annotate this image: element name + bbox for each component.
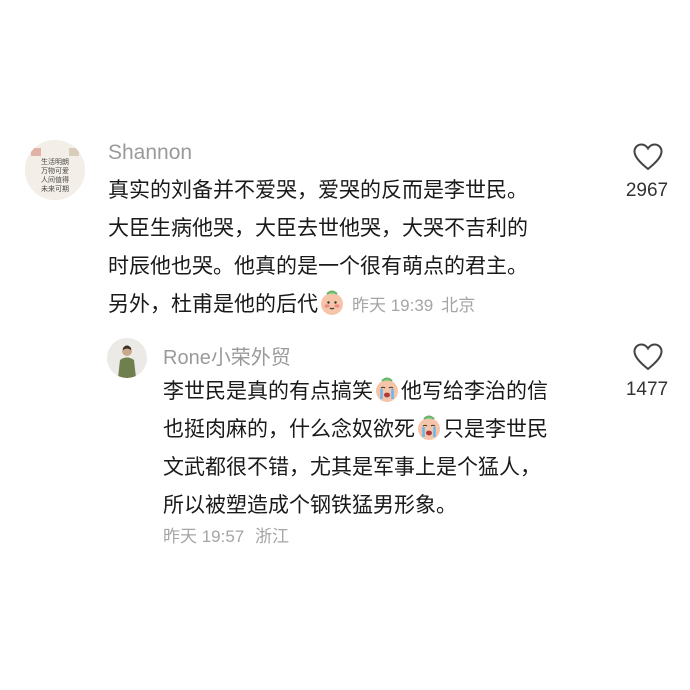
reply-body: 李世民是真的有点搞笑 他写给李治的信 也挺肉麻的，什么念奴欲死 只是李世民 文武… [163,372,548,524]
reply-text: 他写给李治的信 [401,379,548,403]
reply-line: 文武都很不错，尤其是军事上是个猛人， [163,455,541,479]
blushing-face-icon [321,290,343,315]
like-count: 1477 [625,379,669,400]
comment-time: 昨天 19:39 [352,296,434,315]
avatar-shannon[interactable]: 生活明朗 万物可爱 人间值得 未来可期 [25,140,85,200]
heart-outline-icon[interactable] [633,143,663,171]
avatar-image: 生活明朗 万物可爱 人间值得 未来可期 [25,140,85,200]
comment-line: 大臣生病他哭，大臣去世他哭，大哭不吉利的 [108,216,528,240]
like-count: 2967 [625,180,669,201]
reply-line: 也挺肉麻的，什么念奴欲死 只是李世民 [163,410,548,448]
reply-text: 只是李世民 [443,417,548,441]
avatar-image [107,338,147,378]
reply-text: 李世民是真的有点搞笑 [163,379,373,403]
reply-line: 李世民是真的有点搞笑 他写给李治的信 [163,372,548,410]
comment-location: 北京 [441,296,476,315]
svg-text:人间值得: 人间值得 [41,175,69,184]
crying-face-icon [376,377,398,402]
comment-body: 真实的刘备并不爱哭，爱哭的反而是李世民。 大臣生病他哭，大臣去世他哭，大哭不吉利… [108,171,528,323]
reply-meta: 昨天 19:57 浙江 [163,522,289,547]
avatar-rone[interactable] [107,338,147,378]
svg-text:未来可期: 未来可期 [41,184,69,193]
crying-face-icon [418,415,440,440]
reply-text: 也挺肉麻的，什么念奴欲死 [163,417,415,441]
comment-line: 时辰他也哭。他真的是一个很有萌点的君主。 [108,254,528,278]
svg-text:万物可爱: 万物可爱 [41,166,69,175]
comment-line-with-meta: 另外，杜甫是他的后代 昨天 19:39 北京 [108,285,528,323]
comment-line: 另外，杜甫是他的后代 [108,292,318,316]
reply-line: 所以被塑造成个钢铁猛男形象。 [163,493,457,517]
comment-line: 真实的刘备并不爱哭，爱哭的反而是李世民。 [108,178,528,202]
reply-username[interactable]: Rone小荣外贸 [163,341,291,370]
reply-time: 昨天 19:57 [163,527,245,546]
heart-outline-icon[interactable] [633,343,663,371]
svg-text:生活明朗: 生活明朗 [41,157,69,166]
comment-username[interactable]: Shannon [108,141,192,165]
reply-location: 浙江 [255,527,289,546]
